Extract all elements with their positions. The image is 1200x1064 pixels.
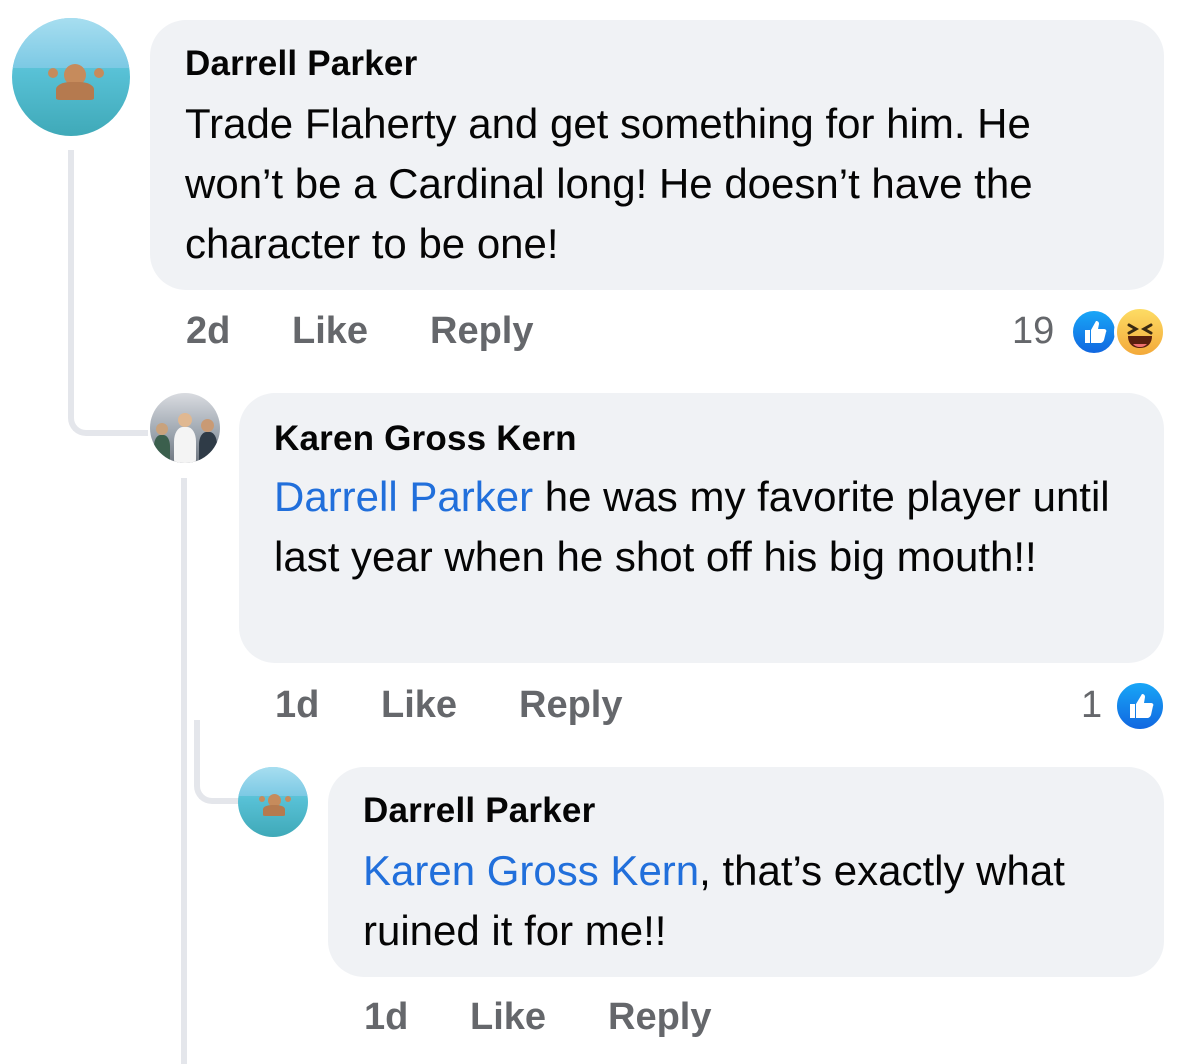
mention-link[interactable]: Darrell Parker — [274, 473, 533, 520]
comment-body: Trade Flaherty and get something for him… — [185, 100, 1033, 267]
like-icon — [1114, 680, 1166, 732]
comment-bubble: Karen Gross Kern Darrell Parker he was m… — [239, 393, 1164, 663]
like-icon — [1070, 308, 1118, 356]
like-button[interactable]: Like — [381, 684, 457, 727]
reply-button[interactable]: Reply — [608, 996, 711, 1039]
thread-elbow-1 — [68, 360, 148, 436]
reply-button[interactable]: Reply — [519, 684, 622, 727]
thread-line-1 — [68, 150, 74, 390]
avatar[interactable] — [238, 767, 308, 837]
comment-text: Darrell Parker he was my favorite player… — [274, 467, 1136, 587]
comment-time[interactable]: 2d — [186, 310, 230, 353]
comment-time[interactable]: 1d — [364, 996, 408, 1039]
comment-bubble: Darrell Parker Trade Flaherty and get so… — [150, 20, 1164, 290]
comment-text: Karen Gross Kern, that’s exactly what ru… — [363, 841, 1133, 961]
thread-line-2 — [181, 478, 187, 1064]
comment-time[interactable]: 1d — [275, 684, 319, 727]
thread-elbow-2 — [194, 720, 240, 804]
haha-icon — [1114, 306, 1166, 358]
reaction-count[interactable]: 19 — [1012, 310, 1054, 353]
avatar[interactable] — [150, 393, 220, 463]
comment-author[interactable]: Darrell Parker — [363, 791, 595, 831]
comment-text: Trade Flaherty and get something for him… — [185, 94, 1135, 274]
mention-link[interactable]: Karen Gross Kern — [363, 847, 699, 894]
comment-bubble: Darrell Parker Karen Gross Kern, that’s … — [328, 767, 1164, 977]
like-button[interactable]: Like — [470, 996, 546, 1039]
comment-author[interactable]: Karen Gross Kern — [274, 419, 577, 459]
reaction-count[interactable]: 1 — [1081, 684, 1102, 727]
comment-author[interactable]: Darrell Parker — [185, 44, 417, 84]
avatar[interactable] — [12, 18, 130, 136]
like-button[interactable]: Like — [292, 310, 368, 353]
reply-button[interactable]: Reply — [430, 310, 533, 353]
